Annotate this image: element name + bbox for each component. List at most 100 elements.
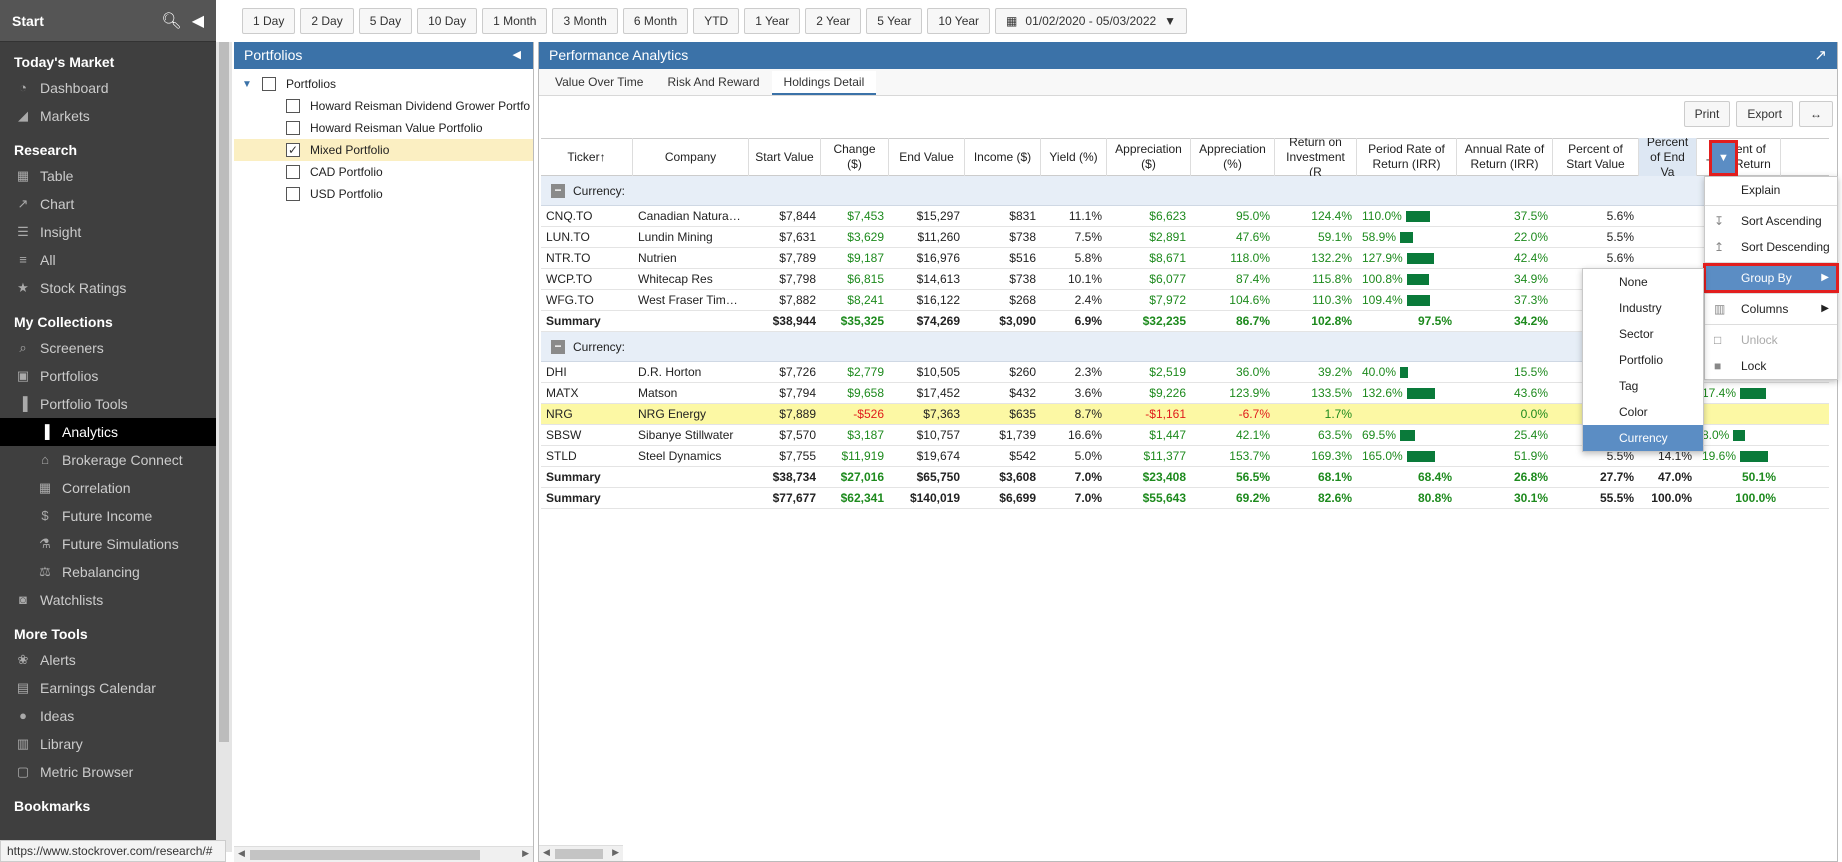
group-by-option-industry[interactable]: Industry <box>1583 295 1703 321</box>
export-button[interactable]: Export <box>1736 101 1793 127</box>
menu-item-group-by[interactable]: Group By ▶ <box>1703 263 1839 293</box>
time-range-2-year-button[interactable]: 2 Year <box>805 8 862 34</box>
menu-item-lock[interactable]: ■ Lock <box>1705 353 1837 379</box>
group-by-option-portfolio[interactable]: Portfolio <box>1583 347 1703 373</box>
sidebar-item-future-simulations[interactable]: ⚗ Future Simulations <box>0 530 216 558</box>
external-link-icon[interactable]: ↗ <box>1814 42 1827 69</box>
time-range-1-year-button[interactable]: 1 Year <box>744 8 801 34</box>
time-range-6-month-button[interactable]: 6 Month <box>622 8 689 34</box>
column-menu-trigger[interactable]: ▼ <box>1709 140 1738 176</box>
expand-arrow-icon[interactable]: ▼ <box>242 79 254 90</box>
sidebar-item-chart[interactable]: ↗ Chart <box>0 190 216 218</box>
time-range-10-year-button[interactable]: 10 Year <box>927 8 991 34</box>
menu-item-sort-ascending[interactable]: ↧ Sort Ascending <box>1705 208 1837 234</box>
tab-holdings-detail[interactable]: Holdings Detail <box>771 71 877 95</box>
time-range-10-day-button[interactable]: 10 Day <box>417 8 478 34</box>
collapse-group-icon[interactable]: − <box>551 183 565 198</box>
currency-group-row[interactable]: − Currency: <box>541 176 1829 206</box>
sidebar-item-brokerage-connect[interactable]: ⌂ Brokerage Connect <box>0 446 216 474</box>
scroll-left-icon[interactable]: ◀ <box>238 848 245 859</box>
column-header-company[interactable]: Company <box>633 138 749 176</box>
time-range-5-day-button[interactable]: 5 Day <box>358 8 413 34</box>
table-row[interactable]: LUN.TO Lundin Mining $7,631 $3,629 $11,260 $7… <box>541 227 1829 248</box>
sidebar-item-insight[interactable]: ☰ Insight <box>0 218 216 246</box>
group-by-option-color[interactable]: Color <box>1583 399 1703 425</box>
sidebar-item-portfolio-tools[interactable]: ▐ Portfolio Tools <box>0 390 216 418</box>
portfolio-item[interactable]: Howard Reisman Value Portfolio <box>234 117 533 139</box>
group-by-option-tag[interactable]: Tag <box>1583 373 1703 399</box>
sidebar-item-watchlists[interactable]: ◙ Watchlists <box>0 586 216 614</box>
checkbox-checked[interactable]: ✓ <box>286 143 300 157</box>
portfolio-item[interactable]: ✓ Mixed Portfolio <box>234 139 533 161</box>
tab-risk-and-reward[interactable]: Risk And Reward <box>655 71 771 95</box>
scroll-right-icon[interactable]: ▶ <box>612 847 619 858</box>
time-range-1-day-button[interactable]: 1 Day <box>242 8 296 34</box>
checkbox[interactable] <box>286 121 300 135</box>
sidebar-item-correlation[interactable]: ▦ Correlation <box>0 474 216 502</box>
column-header-period[interactable]: Period Rate of Return (IRR) <box>1357 138 1457 176</box>
column-header-roi[interactable]: Return on Investment (R <box>1275 138 1357 176</box>
time-range-5-year-button[interactable]: 5 Year <box>866 8 923 34</box>
checkbox[interactable] <box>262 77 276 91</box>
print-button[interactable]: Print <box>1683 101 1731 127</box>
date-range-picker[interactable]: ▦ 01/02/2020 - 05/03/2022 ▼ <box>995 8 1188 34</box>
column-header-start[interactable]: Start Value <box>749 138 821 176</box>
collapse-left-icon[interactable]: ◀ <box>513 42 521 69</box>
table-row[interactable]: NTR.TO Nutrien $7,789 $9,187 $16,976 $516 5.8%… <box>541 248 1829 269</box>
sidebar-item-markets[interactable]: ◢ Markets <box>0 102 216 130</box>
sidebar-item-analytics[interactable]: ▐ Analytics <box>0 418 216 446</box>
sidebar-item-metric-browser[interactable]: ▢ Metric Browser <box>0 758 216 786</box>
time-range-1-month-button[interactable]: 1 Month <box>482 8 548 34</box>
checkbox[interactable] <box>286 99 300 113</box>
column-header-yield[interactable]: Yield (%) <box>1041 138 1107 176</box>
checkbox[interactable] <box>286 187 300 201</box>
scroll-thumb[interactable] <box>250 850 480 860</box>
group-by-option-currency[interactable]: Currency <box>1583 425 1703 451</box>
time-range-3-month-button[interactable]: 3 Month <box>552 8 618 34</box>
sidebar-item-ideas[interactable]: ● Ideas <box>0 702 216 730</box>
collapse-left-icon[interactable]: ◀ <box>192 11 204 31</box>
sidebar-item-screeners[interactable]: ⌕ Screeners <box>0 334 216 362</box>
column-header-ticker[interactable]: Ticker ↑ <box>541 138 633 176</box>
sidebar-item-dashboard[interactable]: ◔ Dashboard <box>0 74 216 102</box>
menu-item-sort-descending[interactable]: ↥ Sort Descending <box>1705 234 1837 260</box>
portfolio-item[interactable]: Howard Reisman Dividend Grower Portfo <box>234 95 533 117</box>
sidebar-item-all[interactable]: ≡ All <box>0 246 216 274</box>
portfolio-tree-root[interactable]: ▼ Portfolios <box>234 73 533 95</box>
sidebar-scrollbar[interactable] <box>216 42 232 852</box>
column-header-pstart[interactable]: Percent of Start Value <box>1553 138 1639 176</box>
menu-item-columns[interactable]: ▥ Columns ▶ <box>1705 296 1837 322</box>
group-by-option-sector[interactable]: Sector <box>1583 321 1703 347</box>
sidebar-item-future-income[interactable]: $ Future Income <box>0 502 216 530</box>
scroll-thumb[interactable] <box>219 42 229 742</box>
group-by-option-none[interactable]: None <box>1583 269 1703 295</box>
sidebar-item-stock-ratings[interactable]: ★ Stock Ratings <box>0 274 216 302</box>
sidebar-item-rebalancing[interactable]: ⚖ Rebalancing <box>0 558 216 586</box>
sidebar-item-portfolios[interactable]: ▣ Portfolios <box>0 362 216 390</box>
scroll-right-icon[interactable]: ▶ <box>522 848 529 859</box>
collapse-group-icon[interactable]: − <box>551 339 565 354</box>
column-header-change[interactable]: Change ($) <box>821 138 889 176</box>
scroll-thumb[interactable] <box>555 849 603 859</box>
portfolio-item[interactable]: USD Portfolio <box>234 183 533 205</box>
sidebar-item-library[interactable]: ▥ Library <box>0 730 216 758</box>
expand-width-icon[interactable]: ↔ <box>1799 101 1833 127</box>
grid-hscrollbar[interactable]: ◀ ▶ <box>539 845 623 861</box>
sidebar-item-alerts[interactable]: ❀ Alerts <box>0 646 216 674</box>
column-header-app-p[interactable]: Appreciation (%) <box>1191 138 1275 176</box>
column-header-pend[interactable]: Percent of End Va <box>1639 138 1697 176</box>
tab-value-over-time[interactable]: Value Over Time <box>543 71 655 95</box>
time-range-2-day-button[interactable]: 2 Day <box>300 8 354 34</box>
column-header-income[interactable]: Income ($) <box>965 138 1041 176</box>
portfolio-item[interactable]: CAD Portfolio <box>234 161 533 183</box>
portfolios-hscrollbar[interactable]: ◀ ▶ <box>234 846 533 862</box>
sidebar-item-earnings-calendar[interactable]: ▤ Earnings Calendar <box>0 674 216 702</box>
column-header-end[interactable]: End Value <box>889 138 965 176</box>
menu-item-explain[interactable]: Explain <box>1705 177 1837 203</box>
table-row[interactable]: CNQ.TO Canadian Natura… $7,844 $7,453 $15,29… <box>541 206 1829 227</box>
scroll-left-icon[interactable]: ◀ <box>543 847 550 858</box>
sidebar-item-table[interactable]: ▦ Table <box>0 162 216 190</box>
column-header-annual[interactable]: Annual Rate of Return (IRR) <box>1457 138 1553 176</box>
column-header-app-d[interactable]: Appreciation ($) <box>1107 138 1191 176</box>
time-range-ytd-button[interactable]: YTD <box>693 8 740 34</box>
